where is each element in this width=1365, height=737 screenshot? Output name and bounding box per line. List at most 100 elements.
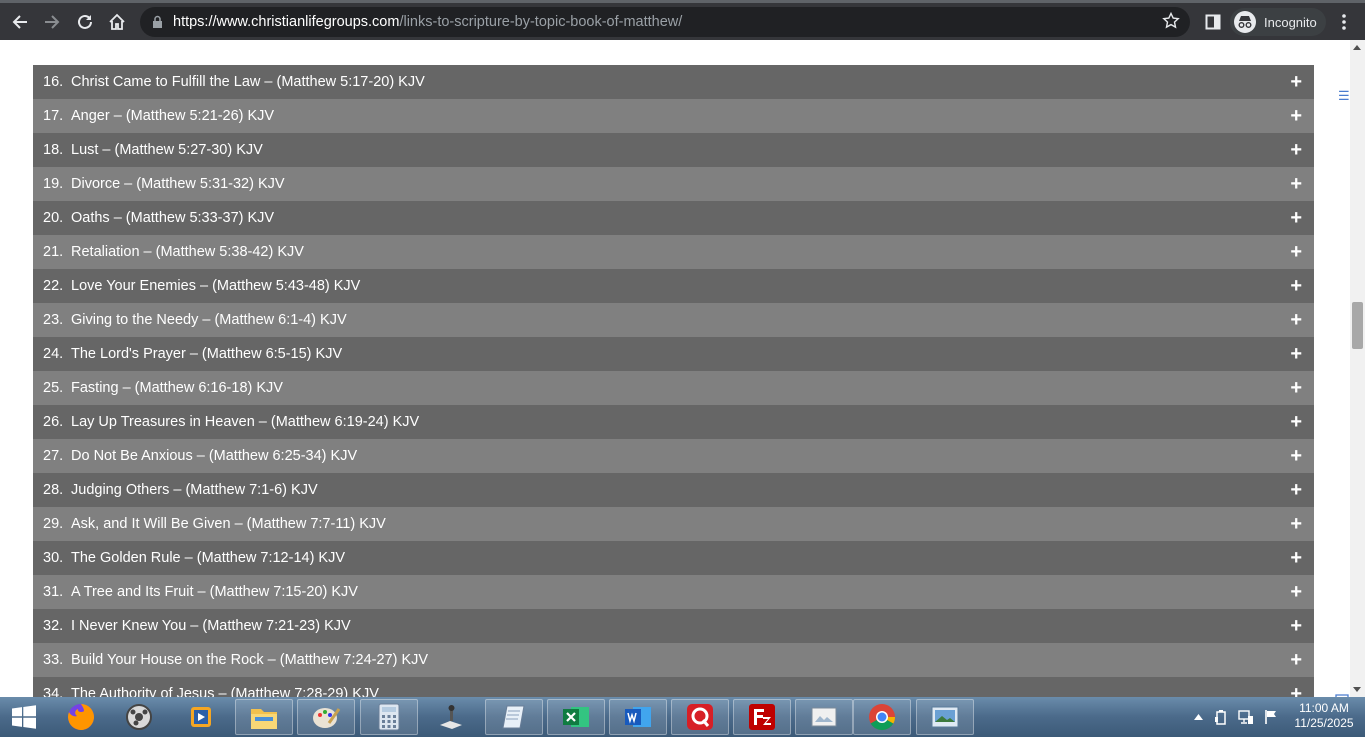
accordion-item[interactable]: 29. Ask, and It Will Be Given – (Matthew … (33, 507, 1314, 541)
firefox-taskbar-button[interactable] (52, 699, 110, 735)
forward-button[interactable] (38, 8, 66, 36)
accordion-item-title: 33. Build Your House on the Rock – (Matth… (43, 652, 428, 668)
accordion-item[interactable]: 21. Retaliation – (Matthew 5:38-42) KJV + (33, 235, 1314, 269)
scroll-up-arrow-icon[interactable] (1353, 45, 1361, 50)
browser-menu-button[interactable] (1330, 8, 1358, 36)
accordion-item-label: Christ Came to Fulfill the Law – (Matthe… (71, 74, 425, 90)
scroll-down-arrow-icon[interactable] (1353, 687, 1361, 692)
accordion-item-title: 17. Anger – (Matthew 5:21-26) KJV (43, 108, 274, 124)
accordion-item[interactable]: 16. Christ Came to Fulfill the Law – (Mat… (33, 65, 1314, 99)
home-button[interactable] (103, 8, 131, 36)
expand-plus-icon[interactable]: + (1290, 412, 1302, 432)
accordion-item[interactable]: 25. Fasting – (Matthew 6:16-18) KJV + (33, 371, 1314, 405)
accordion-item[interactable]: 28. Judging Others – (Matthew 7:1-6) KJV + (33, 473, 1314, 507)
expand-plus-icon[interactable]: + (1290, 106, 1302, 126)
url-text[interactable]: https://www.christianlifegroups.com/link… (173, 14, 682, 30)
accordion-item[interactable]: 18. Lust – (Matthew 5:27-30) KJV + (33, 133, 1314, 167)
accordion-item-label: The Golden Rule – (Matthew 7:12-14) KJV (71, 550, 346, 566)
filezilla-taskbar-button[interactable] (733, 699, 791, 735)
expand-plus-icon[interactable]: + (1290, 650, 1302, 670)
expand-plus-icon[interactable]: + (1290, 72, 1302, 92)
accordion-item[interactable]: 27. Do Not Be Anxious – (Matthew 6:25-34)… (33, 439, 1314, 473)
accordion-item-title: 25. Fasting – (Matthew 6:16-18) KJV (43, 380, 283, 396)
page-scrollbar[interactable] (1350, 40, 1365, 697)
expand-plus-icon[interactable]: + (1290, 446, 1302, 466)
accordion-item-number: 32. (43, 618, 64, 634)
accordion-item[interactable]: 33. Build Your House on the Rock – (Matth… (33, 643, 1314, 677)
accordion-item[interactable]: 31. A Tree and Its Fruit – (Matthew 7:15-… (33, 575, 1314, 609)
expand-plus-icon[interactable]: + (1290, 548, 1302, 568)
accordion-item-number: 23. (43, 312, 64, 328)
accordion-item[interactable]: 24. The Lord's Prayer – (Matthew 6:5-15) … (33, 337, 1314, 371)
excel-icon (563, 707, 589, 727)
notepad-taskbar-button[interactable] (485, 699, 543, 735)
accordion-item[interactable]: 19. Divorce – (Matthew 5:31-32) KJV + (33, 167, 1314, 201)
back-button[interactable] (6, 8, 34, 36)
accordion-item[interactable]: 26. Lay Up Treasures in Heaven – (Matthew… (33, 405, 1314, 439)
kebab-menu-icon (1342, 14, 1346, 30)
accordion-item[interactable]: 30. The Golden Rule – (Matthew 7:12-14) K… (33, 541, 1314, 575)
video-player-taskbar-button[interactable] (172, 699, 230, 735)
file-explorer-taskbar-button[interactable] (235, 699, 293, 735)
expand-plus-icon[interactable]: + (1290, 344, 1302, 364)
expand-plus-icon[interactable]: + (1290, 276, 1302, 296)
accordion-item[interactable]: 20. Oaths – (Matthew 5:33-37) KJV + (33, 201, 1314, 235)
accordion-item[interactable]: 34. The Authority of Jesus – (Matthew 7:2… (33, 677, 1314, 697)
expand-plus-icon[interactable]: + (1290, 208, 1302, 228)
expand-plus-icon[interactable]: + (1290, 684, 1302, 697)
word-taskbar-button[interactable] (609, 699, 667, 735)
accordion-item-number: 30. (43, 550, 64, 566)
start-button[interactable] (0, 697, 48, 737)
reload-button[interactable] (71, 8, 99, 36)
incognito-profile-button[interactable]: Incognito (1230, 8, 1326, 36)
accordion-item-title: 26. Lay Up Treasures in Heaven – (Matthew… (43, 414, 419, 430)
chrome-taskbar-button[interactable] (853, 699, 911, 735)
side-panel-button[interactable] (1199, 8, 1227, 36)
accordion-item-label: Lust – (Matthew 5:27-30) KJV (71, 142, 263, 158)
menu-lines-icon[interactable]: ☰ (1338, 88, 1350, 104)
expand-plus-icon[interactable]: + (1290, 480, 1302, 500)
expand-plus-icon[interactable]: + (1290, 242, 1302, 262)
expand-plus-icon[interactable]: + (1290, 582, 1302, 602)
expand-plus-icon[interactable]: + (1290, 140, 1302, 160)
paint-taskbar-button[interactable] (297, 699, 355, 735)
accordion-item[interactable]: 17. Anger – (Matthew 5:21-26) KJV + (33, 99, 1314, 133)
accordion-item[interactable]: 22. Love Your Enemies – (Matthew 5:43-48)… (33, 269, 1314, 303)
expand-plus-icon[interactable]: + (1290, 616, 1302, 636)
calculator-taskbar-button[interactable] (360, 699, 418, 735)
accordion-item-title: 22. Love Your Enemies – (Matthew 5:43-48)… (43, 278, 360, 294)
show-hidden-icons-icon[interactable] (1194, 714, 1203, 720)
accordion-item-label: Retaliation – (Matthew 5:38-42) KJV (71, 244, 304, 260)
accordion-item-label: Do Not Be Anxious – (Matthew 6:25-34) KJ… (71, 448, 358, 464)
action-center-flag-icon[interactable] (1264, 709, 1278, 725)
accordion-item-title: 28. Judging Others – (Matthew 7:1-6) KJV (43, 482, 318, 498)
windows-taskbar: 11:00 AM 11/25/2025 (0, 697, 1365, 737)
photos-icon (931, 706, 959, 728)
bookmark-star-icon[interactable] (1162, 12, 1180, 30)
taskbar-clock[interactable]: 11:00 AM 11/25/2025 (1290, 701, 1358, 731)
accordion-item-title: 21. Retaliation – (Matthew 5:38-42) KJV (43, 244, 304, 260)
excel-taskbar-button[interactable] (547, 699, 605, 735)
accordion-item-label: Divorce – (Matthew 5:31-32) KJV (71, 176, 285, 192)
network-icon[interactable] (1238, 709, 1254, 725)
accordion-item-number: 26. (43, 414, 64, 430)
browser-toolbar: https://www.christianlifegroups.com/link… (0, 0, 1365, 40)
accordion-item-title: 30. The Golden Rule – (Matthew 7:12-14) K… (43, 550, 345, 566)
scanner-taskbar-button[interactable] (422, 699, 480, 735)
scrollbar-thumb[interactable] (1352, 302, 1363, 349)
expand-plus-icon[interactable]: + (1290, 174, 1302, 194)
accordion-item-number: 16. (43, 74, 64, 90)
photo-viewer-taskbar-button[interactable] (795, 699, 853, 735)
accordion-item-label: I Never Knew You – (Matthew 7:21-23) KJV (71, 618, 351, 634)
address-bar[interactable]: https://www.christianlifegroups.com/link… (140, 7, 1190, 37)
expand-plus-icon[interactable]: + (1290, 310, 1302, 330)
media-player-taskbar-button[interactable] (110, 699, 168, 735)
quicken-taskbar-button[interactable] (671, 699, 729, 735)
battery-icon[interactable] (1214, 709, 1228, 725)
accordion-item[interactable]: 32. I Never Knew You – (Matthew 7:21-23) … (33, 609, 1314, 643)
accordion-item[interactable]: 23. Giving to the Needy – (Matthew 6:1-4)… (33, 303, 1314, 337)
photos-taskbar-button[interactable] (916, 699, 974, 735)
expand-plus-icon[interactable]: + (1290, 514, 1302, 534)
accordion-item-number: 31. (43, 584, 64, 600)
expand-plus-icon[interactable]: + (1290, 378, 1302, 398)
